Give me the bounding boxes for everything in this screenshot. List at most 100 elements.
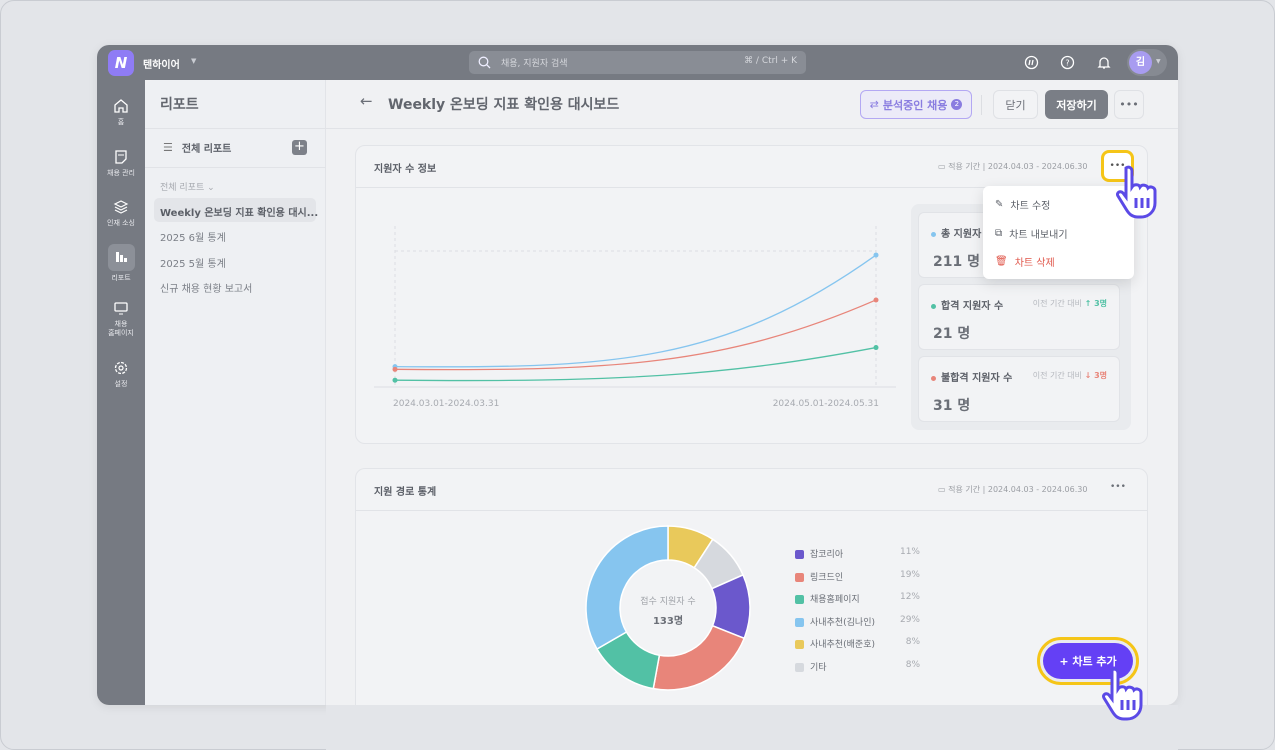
rail-label: 채용 관리 [107,169,135,177]
menu-label: 차트 내보내기 [1009,230,1068,241]
stat-label: 불합격 지원자 수 [941,373,1013,384]
stat-failed: 불합격 지원자 수 이전 기간 대비 ↓ 3명 31 명 [918,356,1120,422]
calendar-icon: ▭ [938,162,946,171]
report-sidebar: 리포트 ☰ 전체 리포트 + 전체 리포트 ⌄ Weekly 온보딩 지표 확인… [145,80,326,705]
legend-item: 채용홈페이지 12% [795,592,920,605]
donut-center-value: 133명 [652,616,684,627]
sliders-icon: ⇄ [869,98,879,111]
legend-item: 링크드인 19% [795,570,920,583]
save-button[interactable]: 저장하기 [1045,90,1108,119]
rail-label: 리포트 [111,274,131,282]
menu-label: 차트 수정 [1010,201,1051,212]
close-button[interactable]: 닫기 [993,90,1038,119]
more-options-button[interactable]: ••• [1114,90,1144,119]
rail-item-settings[interactable]: 설정 [97,360,145,389]
rail-label: 설정 [114,380,128,388]
chat-icon[interactable] [1024,55,1039,70]
chart-context-menu: ✎ 차트 수정 ⧉ 차트 내보내기 🗑 차트 삭제 [983,186,1134,279]
rail-item-homepage[interactable]: 채용 홈페이지 [97,300,145,338]
legend-label: 채용홈페이지 [810,595,860,605]
donut-chart [585,525,751,691]
sidebar-item[interactable]: 2025 6월 통계 [160,229,226,244]
menu-item-export[interactable]: ⧉ 차트 내보내기 [995,226,1068,241]
sidebar-title: 리포트 [160,97,199,113]
count-badge: 2 [951,99,963,110]
chevron-down-icon[interactable]: ▼ [191,57,196,65]
divider [326,128,1178,129]
home-icon [114,99,128,113]
list-icon: ☰ [163,141,173,154]
legend-swatch [795,550,804,559]
x-tick-label: 2024.05.01-2024.05.31 [773,399,879,409]
all-reports-row[interactable]: ☰ 전체 리포트 [163,140,231,155]
window-bottom-mask [326,705,1178,750]
legend-label: 사내추천(김나인) [810,617,875,628]
legend-value: 8% [905,637,920,647]
sidebar-item[interactable]: 신규 채용 현황 보고서 [160,280,252,295]
chart-more-button[interactable]: ••• [1110,482,1126,492]
delta-down: ↓ 3명 [1084,371,1107,380]
x-tick-label: 2024.03.01-2024.03.31 [393,399,499,409]
copy-icon: ⧉ [995,228,1003,239]
divider [145,167,326,168]
legend-swatch [795,662,804,672]
search-icon [478,56,491,69]
legend-item: 사내추천(김나인) 29% [795,615,920,628]
note-icon [115,150,127,164]
menu-label: 차트 삭제 [1014,258,1055,269]
legend-swatch [795,617,804,627]
help-icon[interactable]: ? [1060,55,1075,70]
app-logo[interactable]: N [108,50,134,76]
bell-icon[interactable] [1097,55,1111,70]
divider [356,510,1147,511]
data-point [873,252,879,258]
compare-label: 이전 기간 대비 [1032,371,1083,380]
avatar-menu[interactable]: 김 ▼ [1127,49,1167,76]
hand-pointer-icon [1116,165,1157,219]
period-value: 2024.04.03 - 2024.06.30 [987,162,1088,171]
delta-up: ↑ 3명 [1084,299,1107,308]
divider [981,95,982,115]
add-report-button[interactable]: + [292,140,307,155]
legend-swatch [795,595,804,604]
section-toggle[interactable]: 전체 리포트 ⌄ [160,180,215,193]
legend-swatch [795,640,804,649]
data-point [873,345,879,351]
gear-icon [114,361,128,375]
all-reports-label: 전체 리포트 [181,144,232,155]
layers-icon [113,200,129,214]
legend-dot [931,303,936,309]
line-chart: 2024.03.01-2024.03.31 2024.05.01-2024.05.… [374,226,896,409]
legend-item: 기타 8% [795,660,920,673]
legend-label: 기타 [810,662,827,673]
hand-pointer-icon [1102,667,1143,721]
rail-item-sourcing[interactable]: 인재 소싱 [97,199,145,228]
data-point [873,297,879,303]
series-line [394,254,877,368]
pie-slice [652,624,746,691]
back-arrow-icon[interactable]: ← [360,92,373,110]
pie-slice [585,525,669,651]
period-label: 적용 기간 [948,485,981,494]
menu-item-delete[interactable]: 🗑 차트 삭제 [995,254,1055,269]
data-point [392,366,398,372]
analyzing-jobs-button[interactable]: ⇄ 분석중인 채용 2 [860,90,972,119]
sidebar-item[interactable]: Weekly 온보딩 지표 확인용 대시... [160,204,318,219]
rail-item-recruit[interactable]: 채용 관리 [97,149,145,178]
chevron-down-icon: ▼ [1156,58,1161,65]
stat-value: 21 명 [933,326,971,342]
period: ▭ 적용 기간 | 2024.04.03 - 2024.06.30 [938,162,1088,171]
legend-item: 사내추천(배준호) 8% [795,637,920,650]
legend-label: 잡코리아 [810,550,844,560]
sidebar-item[interactable]: 2025 5월 통계 [160,255,226,270]
rail-item-report[interactable]: 리포트 [97,244,145,283]
workspace-name[interactable]: 텐하이어 [143,56,180,71]
stat-passed: 합격 지원자 수 이전 기간 대비 ↑ 3명 21 명 [918,284,1120,350]
section-label: 전체 리포트 [160,183,205,193]
rail-item-home[interactable]: 홈 [97,98,145,127]
search-input[interactable]: 채용, 지원자 검색 ⌘ / Ctrl + K [469,51,806,74]
calendar-icon: ▭ [938,485,946,494]
rail-label: 홈 [117,118,125,126]
menu-item-edit[interactable]: ✎ 차트 수정 [995,197,1050,212]
svg-text:?: ? [1065,59,1069,68]
